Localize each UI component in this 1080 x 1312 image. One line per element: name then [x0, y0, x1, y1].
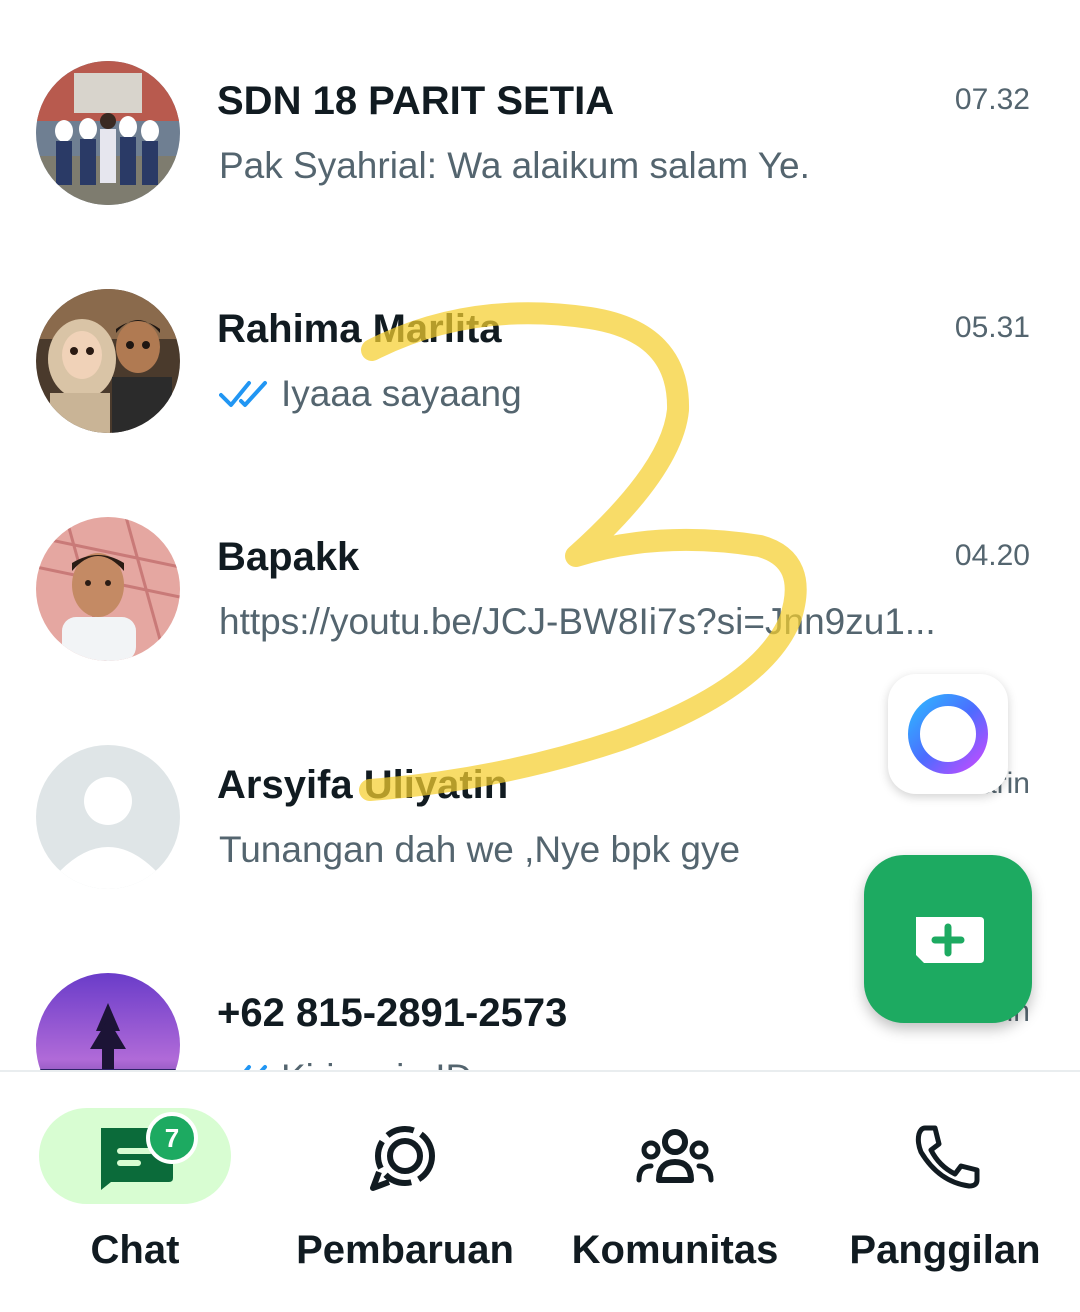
default-person-icon[interactable]	[36, 745, 180, 889]
chat-name: Rahima Marlita	[217, 307, 502, 351]
bottom-navigation: 7 Chat Pembaruan Komunitas Panggilan	[0, 1072, 1080, 1312]
nav-label: Komunitas	[571, 1228, 779, 1272]
chat-row[interactable]: Rahima Marlita 05.31 Iyaaa sayaang	[0, 289, 1080, 517]
meta-ai-button[interactable]	[888, 674, 1008, 794]
meta-ai-ring-icon	[908, 694, 988, 774]
nav-communities-tab[interactable]: Komunitas	[540, 1072, 810, 1312]
chat-time: 07.32	[954, 83, 1030, 116]
communities-icon	[636, 1129, 714, 1183]
nav-label: Panggilan	[849, 1228, 1041, 1272]
temple-avatar[interactable]	[36, 973, 180, 1070]
chat-preview: Iyaaa sayaang	[219, 373, 1019, 415]
nav-label: Chat	[90, 1228, 180, 1272]
group-avatar[interactable]	[36, 61, 180, 205]
chat-name: SDN 18 PARIT SETIA	[217, 79, 615, 123]
chat-preview: https://youtu.be/JCJ-BW8Ii7s?si=Jnn9zu1.…	[219, 601, 1019, 643]
chat-row[interactable]: SDN 18 PARIT SETIA 07.32 Pak Syahrial: W…	[0, 61, 1080, 289]
new-chat-button[interactable]	[864, 855, 1032, 1023]
chat-preview-text: Iyaaa sayaang	[281, 373, 522, 414]
double-check-read-icon	[243, 1065, 267, 1070]
chat-time: 04.20	[954, 539, 1030, 572]
chat-preview: Kirim aja ID nya	[219, 1057, 1019, 1070]
new-chat-plus-icon	[916, 917, 984, 963]
chat-preview-text: Kirim aja ID nya	[281, 1057, 542, 1070]
nav-calls-tab[interactable]: Panggilan	[810, 1072, 1080, 1312]
chat-preview: Pak Syahrial: Wa alaikum salam Ye.	[219, 145, 1019, 187]
unread-badge: 7	[146, 1112, 198, 1164]
nav-updates-tab[interactable]: Pembaruan	[270, 1072, 540, 1312]
man-avatar[interactable]	[36, 517, 180, 661]
whatsapp-chats-screen: SDN 18 PARIT SETIA 07.32 Pak Syahrial: W…	[0, 0, 1080, 1312]
updates-icon	[370, 1126, 435, 1191]
phone-icon	[915, 1125, 980, 1189]
chat-preview-text: Pak Syahrial: Wa alaikum salam Ye.	[219, 145, 810, 186]
nav-chat-tab[interactable]: 7 Chat	[0, 1072, 270, 1312]
couple-avatar[interactable]	[36, 289, 180, 433]
nav-label: Pembaruan	[296, 1228, 514, 1272]
chat-name: +62 815-2891-2573	[217, 991, 568, 1035]
double-check-read-icon	[219, 381, 267, 407]
chat-name: Bapakk	[217, 535, 360, 579]
chat-name: Arsyifa Uliyatin	[217, 763, 509, 807]
chat-preview-text: https://youtu.be/JCJ-BW8Ii7s?si=Jnn9zu1.…	[219, 601, 936, 642]
chat-preview-text: Tunangan dah we ,Nye bpk gye	[219, 829, 741, 870]
chat-time: 05.31	[954, 311, 1030, 344]
